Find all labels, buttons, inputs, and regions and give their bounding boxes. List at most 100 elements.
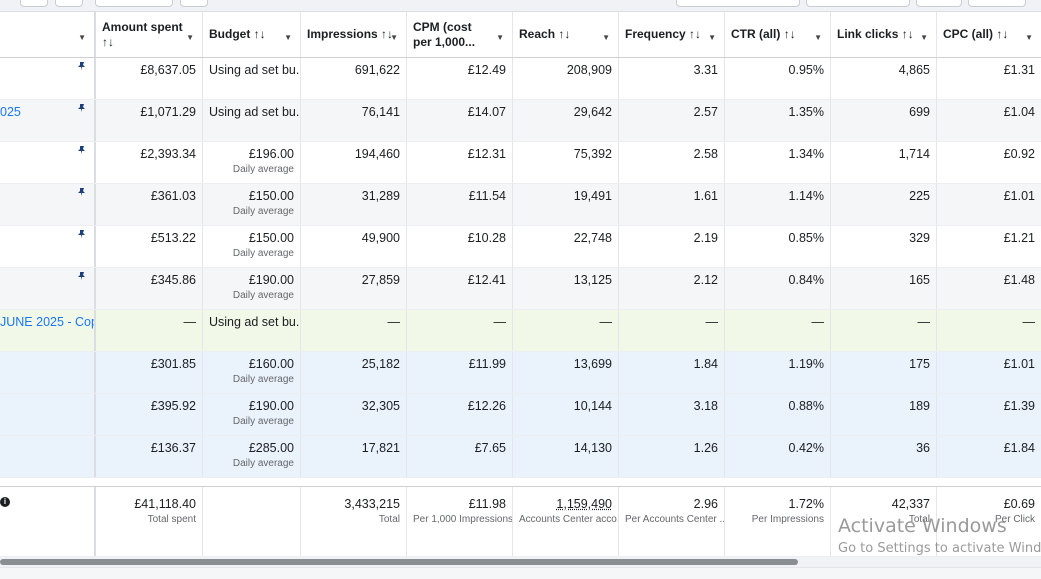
sort-icon[interactable]: ↑↓ [996,27,1008,41]
sort-icon[interactable]: ↑↓ [558,27,570,41]
cell-reach: 13,699 [513,352,619,393]
cell-cpm: £12.41 [407,268,513,309]
column-header-ctr[interactable]: CTR (all) ↑↓ ▼ [725,12,831,57]
pin-icon[interactable] [78,188,85,196]
cell-ctr: 0.84% [725,268,831,309]
table-row[interactable]: £8,637.05 Using ad set bu... 691,622 £12.49… [0,58,1041,100]
chevron-down-icon[interactable]: ▼ [1025,30,1033,45]
row-name-cell[interactable]: 025 [0,100,96,141]
chevron-down-icon[interactable]: ▼ [814,30,822,45]
row-name-cell[interactable] [0,352,96,393]
pin-icon[interactable] [78,230,85,238]
column-header-link-clicks[interactable]: Link clicks ↑↓ ▼ [831,12,937,57]
sort-icon[interactable]: ↑↓ [784,27,796,41]
cell-frequency: 2.58 [619,142,725,183]
cell-cpm: £12.31 [407,142,513,183]
table-row[interactable]: £361.03 £150.00 Daily average 31,289 £11.54 1… [0,184,1041,226]
table-row[interactable]: JUNE 2025 - Copy — Using ad set bu... — — — — —… [0,310,1041,352]
cell-cpm: £12.49 [407,58,513,99]
column-header-impressions[interactable]: Impressions ↑↓ ▼ [301,12,407,57]
table-row[interactable]: 025 £1,071.29 Using ad set bu... 76,141 £14.… [0,100,1041,142]
row-name-cell[interactable] [0,268,96,309]
totals-amount: £41,118.40 Total spent [96,487,203,556]
chevron-down-icon[interactable]: ▼ [920,30,928,45]
cell-link-clicks: 165 [831,268,937,309]
sort-icon[interactable]: ↑↓ [102,35,114,49]
cell-link-clicks: 36 [831,436,937,477]
totals-reach: 1,159,490 Accounts Center acco... [513,487,619,556]
scrollbar-thumb[interactable] [0,559,798,565]
cell-cpm: — [407,310,513,351]
table-row[interactable]: £345.86 £190.00 Daily average 27,859 £12.41 1… [0,268,1041,310]
chevron-down-icon[interactable]: ▼ [602,30,610,45]
cell-frequency: 3.31 [619,58,725,99]
cell-impressions: 76,141 [301,100,407,141]
sort-icon[interactable]: ↑↓ [902,27,914,41]
toolbar-button[interactable] [95,0,173,7]
toolbar-button[interactable] [55,0,83,7]
column-header-cpm[interactable]: CPM (cost per 1,000... ▼ [407,12,513,57]
cell-amount-spent: £345.86 [96,268,203,309]
row-name-cell[interactable] [0,436,96,477]
cell-frequency: 2.12 [619,268,725,309]
column-header-amount-spent[interactable]: Amount spent ↑↓ ▼ [96,12,203,57]
toolbar-button[interactable] [916,0,962,7]
cell-impressions: 32,305 [301,394,407,435]
cell-frequency: 1.26 [619,436,725,477]
table-row[interactable]: £2,393.34 £196.00 Daily average 194,460 £12.… [0,142,1041,184]
sort-icon[interactable]: ↑↓ [254,27,266,41]
pin-icon[interactable] [78,272,85,280]
pin-icon[interactable] [78,62,85,70]
cell-amount-spent: £361.03 [96,184,203,225]
cell-frequency: — [619,310,725,351]
totals-impressions: 3,433,215 Total [301,487,407,556]
cell-amount-spent: £136.37 [96,436,203,477]
row-name-link[interactable]: 025 [0,105,21,119]
cell-cpc: £1.21 [1003,231,1035,245]
table-row[interactable]: £395.92 £190.00 Daily average 32,305 £12.26 1… [0,394,1041,436]
cell-reach: 75,392 [513,142,619,183]
row-name-link[interactable]: JUNE 2025 - Copy [0,315,94,329]
cell-cpc: £1.01 [1003,357,1035,371]
cell-ctr: 1.14% [725,184,831,225]
info-icon[interactable]: i [0,497,10,507]
pin-icon[interactable] [78,146,85,154]
toolbar-button[interactable] [676,0,800,7]
toolbar-button[interactable] [968,0,1026,7]
column-header-cpc[interactable]: CPC (all) ↑↓ ▼ [937,12,1041,57]
cell-reach: 19,491 [513,184,619,225]
chevron-down-icon[interactable]: ▼ [186,30,194,45]
row-name-cell[interactable] [0,226,96,267]
chevron-down-icon[interactable]: ▼ [708,30,716,45]
totals-label-cell: i [0,487,96,556]
chevron-down-icon[interactable]: ▼ [496,30,504,45]
cell-frequency: 2.57 [619,100,725,141]
toolbar-button[interactable] [806,0,910,7]
column-header-budget[interactable]: Budget ↑↓ ▼ [203,12,301,57]
toolbar-button[interactable] [180,0,208,7]
row-name-cell[interactable] [0,184,96,225]
cell-link-clicks: 4,865 [831,58,937,99]
horizontal-scrollbar[interactable] [0,557,1041,567]
chevron-down-icon[interactable]: ▼ [284,30,292,45]
row-name-cell[interactable] [0,142,96,183]
column-header-name[interactable]: ▼ [0,12,96,57]
row-name-cell[interactable] [0,58,96,99]
cell-ctr: 1.19% [725,352,831,393]
column-header-frequency[interactable]: Frequency ↑↓ ▼ [619,12,725,57]
toolbar-button[interactable] [20,0,48,7]
chevron-down-icon[interactable]: ▼ [78,30,86,45]
row-name-cell[interactable] [0,394,96,435]
chevron-down-icon[interactable]: ▼ [390,30,398,45]
column-header-reach[interactable]: Reach ↑↓ ▼ [513,12,619,57]
pin-icon[interactable] [78,104,85,112]
table-row[interactable]: £136.37 £285.00 Daily average 17,821 £7.65 14… [0,436,1041,478]
table-row[interactable]: £513.22 £150.00 Daily average 49,900 £10.28 2… [0,226,1041,268]
cell-impressions: 17,821 [301,436,407,477]
sort-icon[interactable]: ↑↓ [689,27,701,41]
table-row[interactable]: £301.85 £160.00 Daily average 25,182 £11.99 1… [0,352,1041,394]
row-name-cell[interactable]: JUNE 2025 - Copy [0,310,96,351]
cell-link-clicks: 175 [831,352,937,393]
cell-link-clicks: — [831,310,937,351]
cell-frequency: 1.61 [619,184,725,225]
